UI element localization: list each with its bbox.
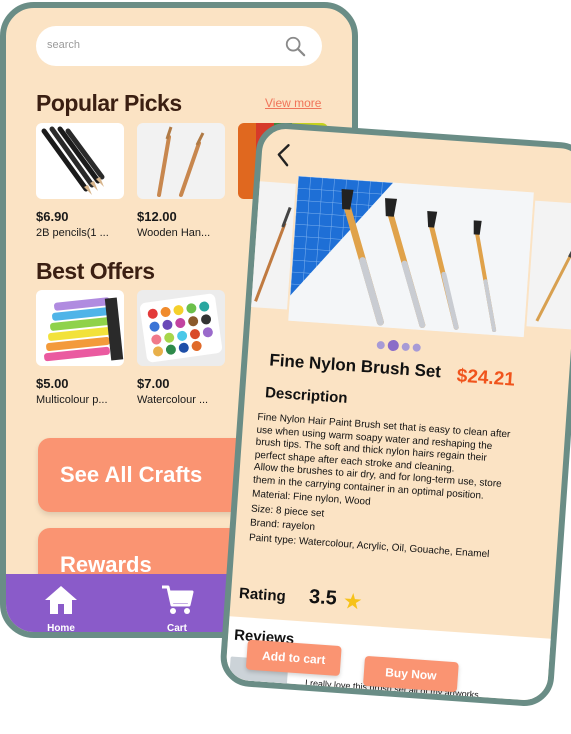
description-title: Description (264, 384, 349, 407)
product-price: $6.90 (36, 209, 69, 224)
popular-picks-title: Popular Picks (36, 90, 182, 116)
gallery-main-image (288, 175, 534, 338)
product-price: $24.21 (456, 365, 516, 391)
gallery-next-image[interactable] (526, 200, 571, 330)
product-card-watercolour[interactable]: $7.00 Watercolour ... (137, 290, 225, 406)
pagination-dot[interactable] (376, 340, 386, 350)
product-card-markers[interactable]: $5.00 Multicolour p... (36, 290, 124, 406)
product-price: $7.00 (137, 376, 170, 391)
product-detail-screen: Fine Nylon Brush Set $24.21 Description … (218, 121, 571, 708)
description-text: Fine Nylon Hair Paint Brush set that is … (249, 412, 520, 563)
home-icon (45, 586, 77, 614)
search-input[interactable]: search (47, 39, 80, 51)
pagination-dot-active[interactable] (387, 339, 400, 352)
nav-home[interactable]: Home (31, 584, 91, 634)
pencils-image (36, 123, 124, 199)
product-name: Multicolour p... (36, 394, 108, 406)
view-more-link[interactable]: View more (265, 96, 321, 110)
image-gallery[interactable] (240, 173, 571, 342)
rating-value: 3.5 (308, 585, 338, 610)
nav-cart-label: Cart (166, 623, 187, 634)
wooden-brushes-image (137, 123, 225, 199)
cart-icon (162, 585, 194, 614)
back-arrow-icon[interactable] (275, 142, 293, 167)
product-price: $5.00 (36, 376, 69, 391)
product-card-wooden-brushes[interactable]: $12.00 Wooden Han... (137, 123, 225, 239)
nav-cart[interactable]: Cart (147, 584, 207, 634)
pagination-dot[interactable] (412, 343, 421, 352)
product-name: 2B pencils(1 ... (36, 227, 109, 239)
gallery-prev-image[interactable] (249, 181, 296, 310)
search-icon[interactable] (284, 35, 306, 57)
product-card-pencils[interactable]: $6.90 2B pencils(1 ... (36, 123, 124, 239)
product-price: $12.00 (137, 209, 177, 224)
best-offers-title: Best Offers (36, 258, 155, 284)
search-bar[interactable]: search (36, 26, 322, 66)
rating-label: Rating (238, 584, 287, 606)
markers-image (36, 290, 124, 366)
product-name: Watercolour ... (137, 394, 209, 406)
gallery-pagination[interactable] (376, 336, 424, 357)
product-name: Wooden Han... (137, 227, 211, 239)
star-icon: ★ (341, 588, 364, 615)
nav-home-label: Home (47, 623, 75, 634)
pagination-dot[interactable] (401, 342, 411, 351)
watercolour-image (137, 290, 225, 366)
